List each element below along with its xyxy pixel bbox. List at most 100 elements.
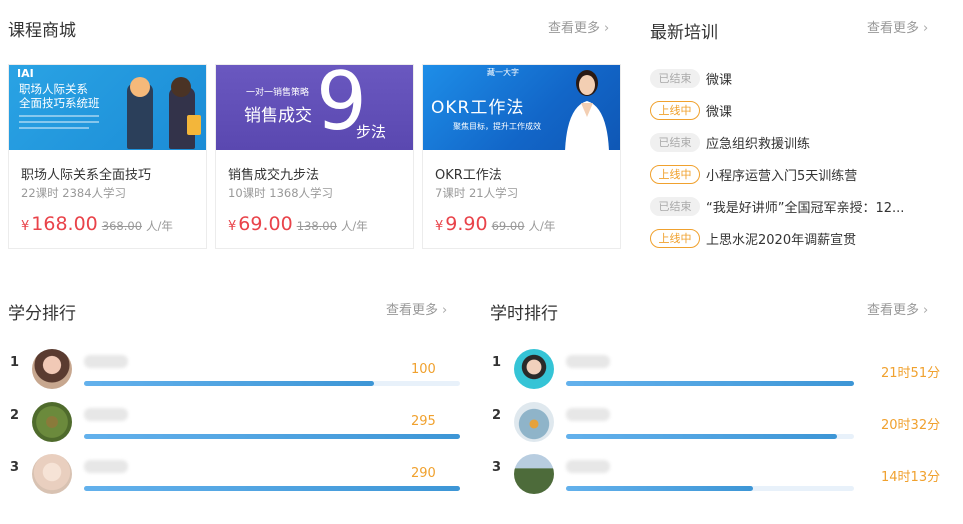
progress-fill [84, 381, 374, 386]
training-item-title: 小程序运营入门5天训练营 [706, 169, 858, 184]
more-link-label: 查看更多 [548, 21, 601, 36]
cover-title-line: OKR工作法 [431, 98, 525, 118]
course-card[interactable]: 一对一销售策略 销售成交 9 步法 销售成交九步法 10课时 1368人学习 ¥… [215, 64, 414, 249]
course-card[interactable]: 藏一大字 OKR工作法 聚焦目标，提升工作成效 OKR工作法 7课时 21人学习… [422, 64, 621, 249]
training-item[interactable]: 已结束 微课 [650, 68, 732, 88]
course-mall-more-link[interactable]: 查看更多 › [548, 17, 609, 36]
original-price: 69.00 [491, 219, 525, 233]
course-title: 职场人际关系全面技巧 [21, 168, 152, 183]
course-cover-image: 一对一销售策略 销售成交 9 步法 [216, 65, 413, 150]
cover-title-line: 全面技巧系统班 [19, 96, 100, 110]
cover-subtitle: 聚焦目标，提升工作成效 [453, 122, 541, 131]
progress-fill [566, 434, 837, 439]
chevron-right-icon: › [442, 303, 448, 318]
progress-fill [84, 486, 460, 491]
avatar[interactable] [32, 349, 72, 389]
hours-rank-title: 学时排行 [490, 304, 558, 324]
latest-training-title: 最新培训 [650, 23, 718, 43]
credit-value: 100 [411, 362, 436, 377]
cover-title-line: 销售成交 [244, 106, 312, 126]
training-item[interactable]: 上线中 小程序运营入门5天训练营 [650, 164, 857, 184]
user-name-blurred [566, 408, 610, 421]
hours-value: 21时51分 [881, 366, 941, 381]
user-name-blurred [566, 355, 610, 368]
progress-track [566, 381, 854, 386]
cover-text-decoration [19, 115, 99, 117]
status-badge-online: 上线中 [650, 165, 700, 184]
status-badge-ended: 已结束 [650, 69, 700, 88]
course-meta: 7课时 21人学习 [435, 186, 519, 200]
chevron-right-icon: › [923, 21, 929, 36]
course-meta: 10课时 1368人学习 [228, 186, 334, 200]
cover-text-decoration [19, 127, 89, 129]
credit-rank-row: 3 290 [0, 454, 470, 494]
more-link-label: 查看更多 [867, 21, 920, 36]
progress-fill [84, 434, 460, 439]
avatar[interactable] [514, 402, 554, 442]
rank-number: 2 [10, 408, 20, 423]
original-price: 368.00 [101, 219, 143, 233]
user-name-blurred [84, 355, 128, 368]
chevron-right-icon: › [604, 21, 610, 36]
course-price: ¥9.90 69.00 人/年 [435, 213, 555, 235]
credit-value: 290 [411, 466, 436, 481]
cover-figure-head [171, 77, 191, 97]
hours-value: 20时32分 [881, 418, 941, 433]
course-price: ¥69.00 138.00 人/年 [228, 213, 368, 235]
hours-rank-row: 1 21时51分 [482, 349, 952, 389]
course-price: ¥168.00 368.00 人/年 [21, 213, 173, 235]
course-card[interactable]: IAI 职场人际关系 全面技巧系统班 职场人际关系全面技巧 22课时 2384人… [8, 64, 207, 249]
avatar[interactable] [32, 402, 72, 442]
hours-value: 14时13分 [881, 470, 941, 485]
hours-rank-row: 2 20时32分 [482, 402, 952, 442]
hours-rank-more-link[interactable]: 查看更多 › [867, 299, 928, 318]
user-name-blurred [566, 460, 610, 473]
status-badge-ended: 已结束 [650, 197, 700, 216]
status-badge-ended: 已结束 [650, 133, 700, 152]
latest-training-more-link[interactable]: 查看更多 › [867, 17, 928, 36]
price-unit: 人/年 [528, 219, 556, 233]
progress-track [566, 486, 854, 491]
user-name-blurred [84, 460, 128, 473]
credit-rank-title: 学分排行 [8, 304, 76, 324]
training-item-title: “我是好讲师”全国冠军亲授：12... [706, 201, 905, 216]
course-mall-title: 课程商城 [8, 21, 76, 41]
rank-number: 3 [10, 460, 20, 475]
cover-brand: 藏一大字 [487, 68, 519, 77]
cover-figure-head [130, 77, 150, 97]
training-item[interactable]: 上线中 上思水泥2020年调薪宣贯 [650, 228, 856, 248]
user-name-blurred [84, 408, 128, 421]
more-link-label: 查看更多 [867, 303, 920, 318]
progress-track [84, 486, 460, 491]
training-item[interactable]: 已结束 “我是好讲师”全国冠军亲授：12... [650, 196, 904, 216]
chevron-right-icon: › [923, 303, 929, 318]
cover-subtitle: 一对一销售策略 [246, 88, 310, 98]
more-link-label: 查看更多 [386, 303, 439, 318]
course-title: OKR工作法 [435, 168, 502, 183]
avatar[interactable] [32, 454, 72, 494]
credit-rank-more-link[interactable]: 查看更多 › [386, 299, 447, 318]
course-title: 销售成交九步法 [228, 168, 320, 183]
status-badge-online: 上线中 [650, 101, 700, 120]
training-item[interactable]: 已结束 应急组织救援训练 [650, 132, 810, 152]
currency-symbol: ¥ [435, 219, 444, 234]
credit-rank-row: 1 100 [0, 349, 470, 389]
credit-rank-row: 2 295 [0, 402, 470, 442]
status-badge-online: 上线中 [650, 229, 700, 248]
training-item-title: 微课 [706, 105, 733, 120]
training-item-title: 上思水泥2020年调薪宣贯 [706, 233, 857, 248]
progress-track [84, 381, 460, 386]
price-unit: 人/年 [146, 219, 173, 233]
currency-symbol: ¥ [21, 219, 30, 234]
progress-fill [566, 486, 754, 491]
avatar[interactable] [514, 454, 554, 494]
training-item-title: 应急组织救援训练 [706, 137, 811, 152]
cover-text-decoration [19, 121, 99, 123]
training-item[interactable]: 上线中 微课 [650, 100, 732, 120]
cover-figure-prop [187, 115, 201, 135]
avatar[interactable] [514, 349, 554, 389]
rank-number: 1 [10, 355, 20, 370]
progress-track [84, 434, 460, 439]
currency-symbol: ¥ [228, 219, 237, 234]
course-meta: 22课时 2384人学习 [21, 186, 127, 200]
